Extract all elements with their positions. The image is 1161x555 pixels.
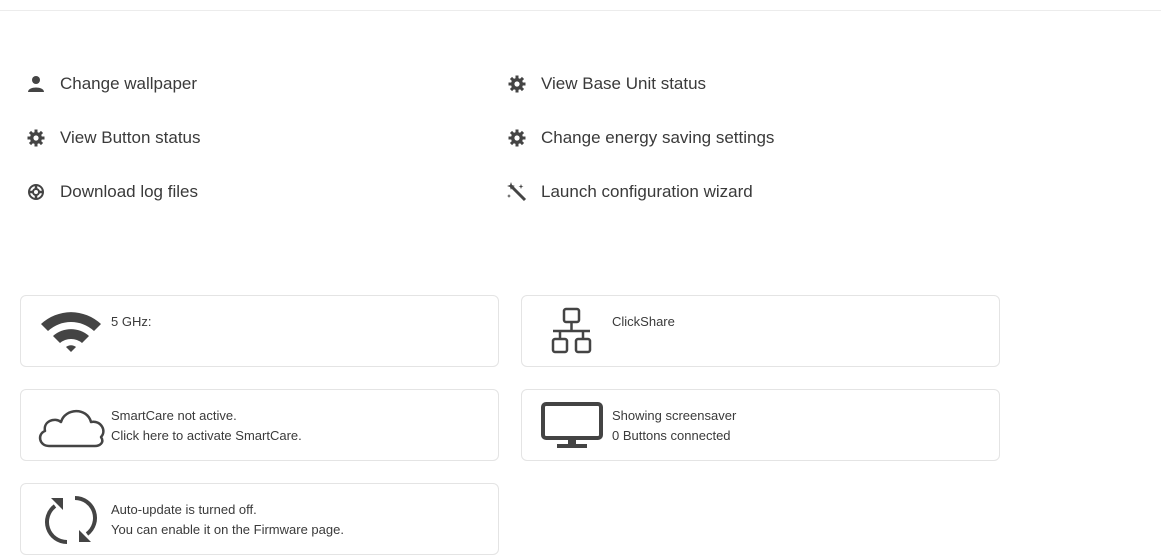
view-base-unit-status-link[interactable]: View Base Unit status (507, 70, 706, 98)
view-base-unit-status-label: View Base Unit status (541, 74, 707, 93)
network-status-text: ClickShare (612, 314, 675, 329)
buttons-connected-text: 0 Buttons connected (612, 428, 731, 443)
network-icon (536, 304, 608, 360)
launch-wizard-label: Launch configuration wizard (541, 182, 753, 201)
user-icon (26, 74, 46, 94)
firmware-hint-text: You can enable it on the Firmware page. (111, 522, 344, 537)
change-wallpaper-label: Change wallpaper (60, 74, 198, 93)
download-log-files-link[interactable]: Download log files (26, 178, 198, 206)
launch-wizard-link[interactable]: Launch configuration wizard (507, 178, 753, 206)
auto-update-status-text: Auto-update is turned off. (111, 502, 257, 517)
quick-actions: Change wallpaper View Button status Down… (0, 0, 1161, 240)
monitor-icon (536, 398, 608, 454)
cloud-icon (35, 398, 107, 454)
network-card[interactable]: ClickShare (521, 295, 1000, 367)
screensaver-status-text: Showing screensaver (612, 408, 737, 423)
gear-icon (507, 128, 527, 148)
view-button-status-label: View Button status (60, 128, 201, 147)
refresh-icon (35, 492, 107, 548)
download-log-files-label: Download log files (60, 182, 198, 201)
screen-card[interactable]: Showing screensaver 0 Buttons connected (521, 389, 1000, 461)
change-energy-saving-link[interactable]: Change energy saving settings (507, 124, 774, 152)
view-button-status-link[interactable]: View Button status (26, 124, 201, 152)
auto-update-card[interactable]: Auto-update is turned off. You can enabl… (20, 483, 499, 555)
gear-icon (507, 74, 527, 94)
wifi-status-text: 5 GHz: (111, 314, 152, 329)
wifi-icon (35, 304, 107, 360)
wifi-card[interactable]: 5 GHz: (20, 295, 499, 367)
magic-wand-icon (507, 182, 527, 202)
lifebuoy-icon (26, 182, 46, 202)
change-energy-saving-label: Change energy saving settings (541, 128, 775, 147)
change-wallpaper-link[interactable]: Change wallpaper (26, 70, 197, 98)
smartcare-status-text: SmartCare not active. (111, 408, 237, 423)
smartcare-card[interactable]: SmartCare not active. Click here to acti… (20, 389, 499, 461)
gear-icon (26, 128, 46, 148)
smartcare-activate-link[interactable]: Click here to activate SmartCare. (111, 426, 302, 446)
